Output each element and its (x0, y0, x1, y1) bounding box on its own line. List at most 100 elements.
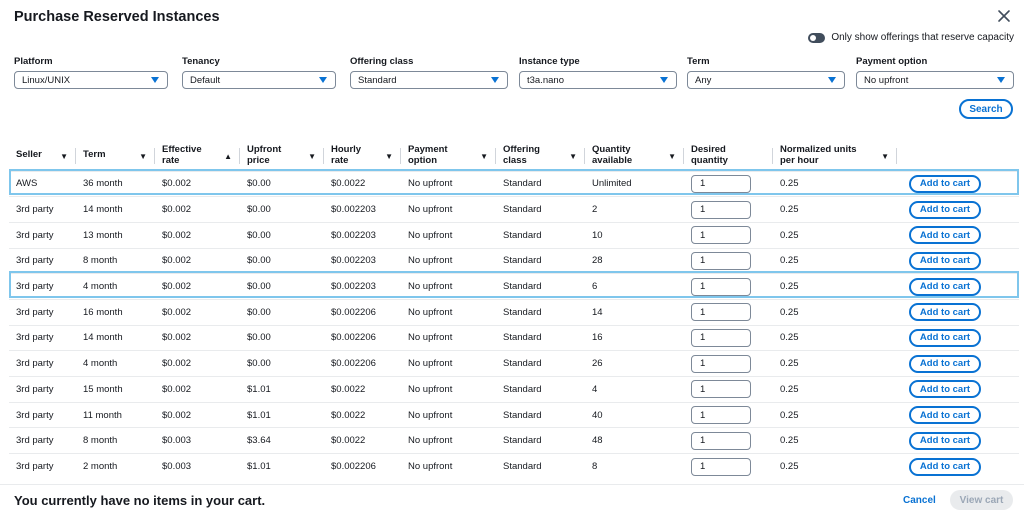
add-to-cart-button[interactable]: Add to cart (909, 354, 981, 373)
seller-cell: 3rd party (9, 247, 76, 274)
filter-bar: Platform Linux/UNIX Tenancy Default Offe… (14, 56, 1014, 92)
payment-option-cell: No upfront (401, 273, 496, 300)
desired-quantity-input[interactable] (691, 174, 751, 193)
add-to-cart-button[interactable]: Add to cart (909, 226, 981, 245)
effective-rate-cell: $0.003 (155, 453, 240, 480)
payment-option-cell: No upfront (401, 221, 496, 249)
tenancy-select[interactable]: Default (182, 71, 336, 89)
add-to-cart-button[interactable]: Add to cart (909, 457, 981, 476)
column-header[interactable]: Quantity available ▼ (585, 139, 684, 171)
search-button[interactable]: Search (959, 99, 1013, 119)
add-to-cart-button[interactable]: Add to cart (909, 431, 981, 450)
caret-down-icon (660, 77, 668, 83)
payment-option-cell: No upfront (401, 376, 496, 403)
column-header[interactable]: Normalized units per hour ▼ (773, 139, 897, 171)
quantity-available-cell: 6 (585, 273, 684, 300)
table-row: 3rd party 13 month $0.002 $0.00 $0.002203 No … (9, 221, 1019, 249)
desired-quantity-input[interactable] (691, 406, 751, 425)
desired-quantity-input[interactable] (691, 277, 751, 296)
sort-icon[interactable]: ▼ (881, 151, 889, 162)
sort-icon[interactable]: ▼ (308, 151, 316, 162)
add-to-cart-button[interactable]: Add to cart (909, 328, 981, 347)
hourly-rate-cell: $0.002206 (324, 298, 401, 326)
quantity-available-cell: 26 (585, 350, 684, 377)
sort-icon[interactable]: ▼ (480, 151, 488, 162)
effective-rate-cell: $0.002 (155, 401, 240, 428)
column-label: Normalized units per hour (780, 143, 857, 166)
quantity-available-cell: 4 (585, 376, 684, 403)
add-to-cart-button[interactable]: Add to cart (909, 406, 981, 425)
add-to-cart-button[interactable]: Add to cart (909, 303, 981, 322)
filter-term: Term Any (687, 56, 845, 89)
sort-icon[interactable]: ▲ (224, 151, 232, 162)
instance-type-select[interactable]: t3a.nano (519, 71, 677, 89)
desired-quantity-input[interactable] (691, 303, 751, 322)
offering-class-cell: Standard (496, 196, 585, 223)
desired-quantity-input[interactable] (691, 328, 751, 347)
caret-down-icon (828, 77, 836, 83)
desired-quantity-input[interactable] (691, 226, 751, 245)
effective-rate-cell: $0.002 (155, 324, 240, 351)
select-value: Default (190, 74, 221, 86)
quantity-available-cell: 14 (585, 298, 684, 326)
desired-quantity-input[interactable] (691, 251, 751, 270)
filter-label: Tenancy (182, 56, 220, 67)
term-cell: 36 month (76, 170, 155, 197)
sort-icon[interactable]: ▼ (139, 151, 147, 162)
platform-select[interactable]: Linux/UNIX (14, 71, 168, 89)
caret-down-icon (491, 77, 499, 83)
column-header[interactable]: Payment option ▼ (401, 139, 496, 171)
desired-quantity-cell (684, 196, 773, 223)
upfront-price-cell: $0.00 (240, 170, 324, 197)
desired-quantity-input[interactable] (691, 380, 751, 399)
action-cell: Add to cart (897, 453, 1019, 480)
desired-quantity-input[interactable] (691, 457, 751, 476)
upfront-price-cell: $0.00 (240, 324, 324, 351)
column-header[interactable]: Seller ▼ (9, 139, 76, 171)
sort-icon[interactable]: ▼ (569, 151, 577, 162)
payment-option-select[interactable]: No upfront (856, 71, 1014, 89)
seller-cell: 3rd party (9, 427, 76, 454)
normalized-units-cell: 0.25 (773, 196, 897, 223)
quantity-available-cell: 16 (585, 324, 684, 351)
payment-option-cell: No upfront (401, 401, 496, 428)
add-to-cart-button[interactable]: Add to cart (909, 174, 981, 193)
desired-quantity-cell (684, 350, 773, 377)
view-cart-button[interactable]: View cart (950, 490, 1013, 510)
column-header[interactable]: Offering class ▼ (496, 139, 585, 171)
offering-class-cell: Standard (496, 170, 585, 197)
desired-quantity-input[interactable] (691, 431, 751, 450)
effective-rate-cell: $0.002 (155, 350, 240, 377)
close-icon[interactable] (996, 8, 1012, 24)
quantity-available-cell: 28 (585, 247, 684, 274)
add-to-cart-button[interactable]: Add to cart (909, 277, 981, 296)
desired-quantity-cell (684, 453, 773, 480)
add-to-cart-button[interactable]: Add to cart (909, 200, 981, 219)
desired-quantity-input[interactable] (691, 200, 751, 219)
column-header[interactable]: Term ▼ (76, 139, 155, 171)
sort-icon[interactable]: ▼ (385, 151, 393, 162)
quantity-available-cell: 2 (585, 196, 684, 223)
add-to-cart-button[interactable]: Add to cart (909, 380, 981, 399)
column-header[interactable]: Upfront price ▼ (240, 139, 324, 171)
add-to-cart-button[interactable]: Add to cart (909, 251, 981, 270)
hourly-rate-cell: $0.002206 (324, 350, 401, 377)
sort-icon[interactable]: ▼ (60, 151, 68, 162)
seller-cell: 3rd party (9, 273, 76, 300)
offering-class-select[interactable]: Standard (350, 71, 508, 89)
column-header[interactable]: Hourly rate ▼ (324, 139, 401, 171)
column-label: Quantity available (592, 143, 633, 166)
payment-option-cell: No upfront (401, 170, 496, 197)
effective-rate-cell: $0.002 (155, 273, 240, 300)
cancel-button[interactable]: Cancel (903, 495, 936, 506)
sort-icon[interactable]: ▼ (668, 151, 676, 162)
action-cell: Add to cart (897, 170, 1019, 197)
column-header[interactable]: Effective rate ▲ (155, 139, 240, 171)
term-select[interactable]: Any (687, 71, 845, 89)
upfront-price-cell: $0.00 (240, 196, 324, 223)
desired-quantity-input[interactable] (691, 354, 751, 373)
upfront-price-cell: $0.00 (240, 273, 324, 300)
table-row: 3rd party 15 month $0.002 $1.01 $0.0022 No up… (9, 376, 1019, 403)
filter-instance-type: Instance type t3a.nano (519, 56, 677, 89)
capacity-toggle[interactable] (808, 32, 826, 43)
